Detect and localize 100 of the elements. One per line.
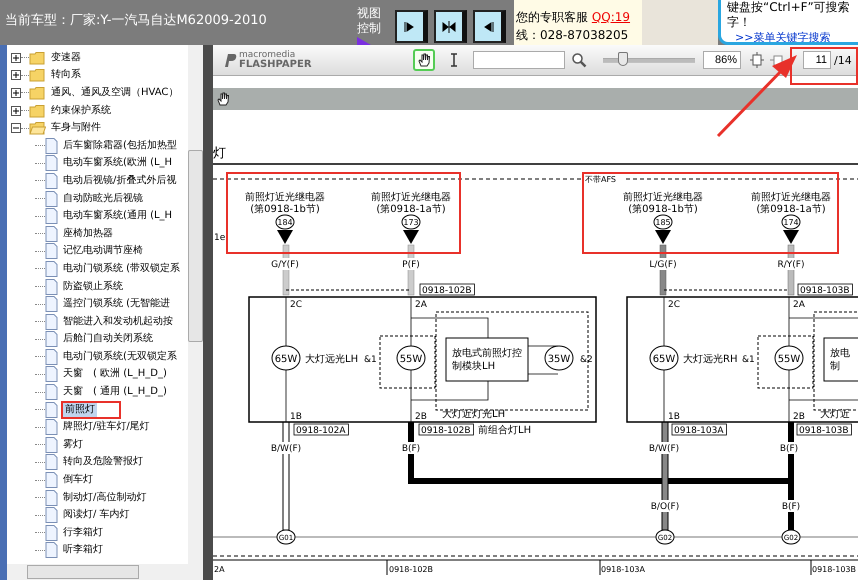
document-icon	[45, 472, 58, 488]
tree-item[interactable]: 天窗 ( 欧洲 (L_H_D_)	[61, 368, 169, 380]
tree-item[interactable]: 电动车窗系统(通用 (L_H	[61, 210, 174, 222]
tree-item[interactable]: 雾灯	[61, 438, 85, 451]
diagram-label: &1	[742, 355, 755, 365]
diagram-label: 放电式前照灯控	[452, 348, 522, 359]
scrollbar[interactable]	[7, 564, 203, 580]
diagram-label: B/W(F)	[648, 444, 680, 454]
tree-item[interactable]: 倒车灯	[61, 474, 95, 486]
diagram-label: 前照灯近光继电器	[751, 192, 831, 203]
document-icon	[45, 260, 58, 277]
table-cell: 0918-102B	[389, 565, 434, 574]
diagram-label: 1B	[668, 412, 680, 422]
diagram-label: B/W(F)	[270, 444, 302, 454]
logo-text: macromedia	[239, 50, 296, 60]
document-icon	[45, 490, 58, 506]
tree-item[interactable]: 后舱门自动关闭系统	[61, 333, 155, 346]
document-icon	[45, 138, 58, 154]
tree-item[interactable]: 自动防眩光后视镜	[61, 192, 145, 205]
tree-item[interactable]: 转向及危险警报灯	[61, 456, 145, 468]
diagram-label: &1	[364, 355, 377, 365]
diagram-label: 1B	[290, 412, 302, 422]
search-icon[interactable]	[571, 52, 587, 68]
expand-icon[interactable]	[11, 88, 21, 98]
view-button[interactable]	[395, 10, 428, 43]
tree-item[interactable]: 转向系	[49, 69, 83, 82]
document-icon	[45, 172, 58, 189]
tree-item[interactable]: 牌照灯/驻车灯/尾灯	[61, 421, 152, 434]
arrow-icon	[441, 18, 457, 34]
tree-item[interactable]: 电动后视镜/折叠式外后视	[61, 174, 178, 187]
zoom-field[interactable]: 86%	[703, 51, 741, 69]
slider-thumb[interactable]	[618, 52, 628, 66]
scrollbar[interactable]	[188, 45, 203, 564]
hand-tool-button[interactable]	[413, 49, 435, 71]
tree-item[interactable]: 制动灯/高位制动灯	[61, 492, 148, 504]
document-icon	[45, 243, 58, 260]
bulb-symbol: 65W	[272, 346, 300, 370]
bulb-symbol: 55W	[774, 346, 804, 370]
diagram-label: 前组合灯LH	[478, 425, 532, 436]
tree-item[interactable]: 防盗锁止系统	[61, 280, 125, 293]
view-button[interactable]	[434, 10, 467, 43]
folder-icon	[29, 68, 46, 82]
tree-item[interactable]: 听李箱灯	[61, 544, 105, 556]
tree-item[interactable]: 后车窗除霜器(包括加热型	[61, 140, 179, 152]
tree-item[interactable]: 座椅加热器	[61, 228, 115, 240]
view-button[interactable]	[473, 10, 506, 43]
tip-text: 字！	[727, 15, 751, 29]
diagram-label: 2A	[793, 300, 805, 310]
tree-item[interactable]: 通风、通风及空调（HVAC）	[49, 86, 180, 99]
tree-item[interactable]: 车身与附件	[49, 122, 103, 134]
folder-icon	[29, 50, 46, 65]
tree-item[interactable]: 电动车窗系统(欧洲 (L_H	[61, 157, 174, 170]
connector-tag: 0918-102B	[418, 424, 474, 436]
diagram-label: (第0918-1a节)	[376, 204, 446, 215]
expand-icon[interactable]	[11, 106, 21, 116]
hand-icon	[215, 91, 231, 107]
diagram-label: 制模块LH	[452, 361, 496, 372]
phone-text: 线：028-87038205	[516, 28, 628, 42]
search-field[interactable]	[473, 51, 565, 69]
tree-item[interactable]: 智能进入和发动机起动按	[61, 316, 175, 328]
diagram-label: (第0918-1b节)	[250, 204, 320, 215]
expand-icon[interactable]	[11, 70, 21, 80]
diagram-label: 大灯远光RH	[683, 354, 738, 365]
connector-tag: 0918-103B	[796, 424, 852, 436]
table-cell: 0918-103B	[812, 565, 856, 574]
tree-item[interactable]: 电动门锁系统(无双锁定系	[61, 350, 179, 363]
document-icon	[45, 402, 58, 418]
diagram-label: B/O(F)	[650, 502, 680, 512]
qq-link[interactable]: QQ:19	[592, 10, 630, 24]
logo-icon	[223, 52, 237, 68]
tree-item[interactable]: 行李箱灯	[61, 526, 105, 539]
diagram-label: B(F)	[402, 444, 420, 454]
document-icon	[45, 454, 58, 470]
table-cell: 0918-103A	[601, 565, 645, 574]
page-field[interactable]: 11	[803, 51, 831, 69]
expand-icon[interactable]	[11, 52, 21, 63]
tree-item[interactable]: 变速器	[49, 52, 83, 64]
tree-item[interactable]: 前照灯	[61, 400, 121, 419]
document-icon	[45, 155, 58, 172]
diagram-label: L/G(F)	[649, 260, 677, 270]
collapse-icon[interactable]	[11, 123, 21, 134]
table-cell: 2A	[214, 565, 225, 574]
document-icon	[45, 542, 58, 558]
tree-item[interactable]: 阅读灯/ 车内灯	[61, 509, 132, 522]
tree-item[interactable]: 天窗 ( 通用 (L_H_D_)	[61, 386, 169, 398]
diagram-label: G/Y(F)	[271, 260, 299, 270]
tree-item[interactable]: 遥控门锁系统 (无智能进	[61, 298, 172, 310]
tree-item[interactable]: 记忆电动调节座椅	[61, 245, 145, 258]
tree-item[interactable]: 电动门锁系统 (带双锁定系	[61, 262, 182, 275]
diagram-label: 2C	[668, 300, 680, 310]
highlight-frame	[790, 47, 858, 85]
fit-height-icon[interactable]	[749, 52, 765, 68]
logo-text: FLASHPAPER	[239, 60, 312, 70]
document-icon	[45, 314, 58, 330]
hand-icon	[416, 52, 432, 68]
diagram-label: 前照灯近光继电器	[245, 192, 325, 203]
triangle-icon	[357, 37, 371, 45]
diagram-label: (第0918-1a节)	[756, 204, 826, 215]
connector-tag: 0918-102A	[294, 424, 349, 436]
tree-item[interactable]: 约束保护系统	[49, 104, 113, 117]
